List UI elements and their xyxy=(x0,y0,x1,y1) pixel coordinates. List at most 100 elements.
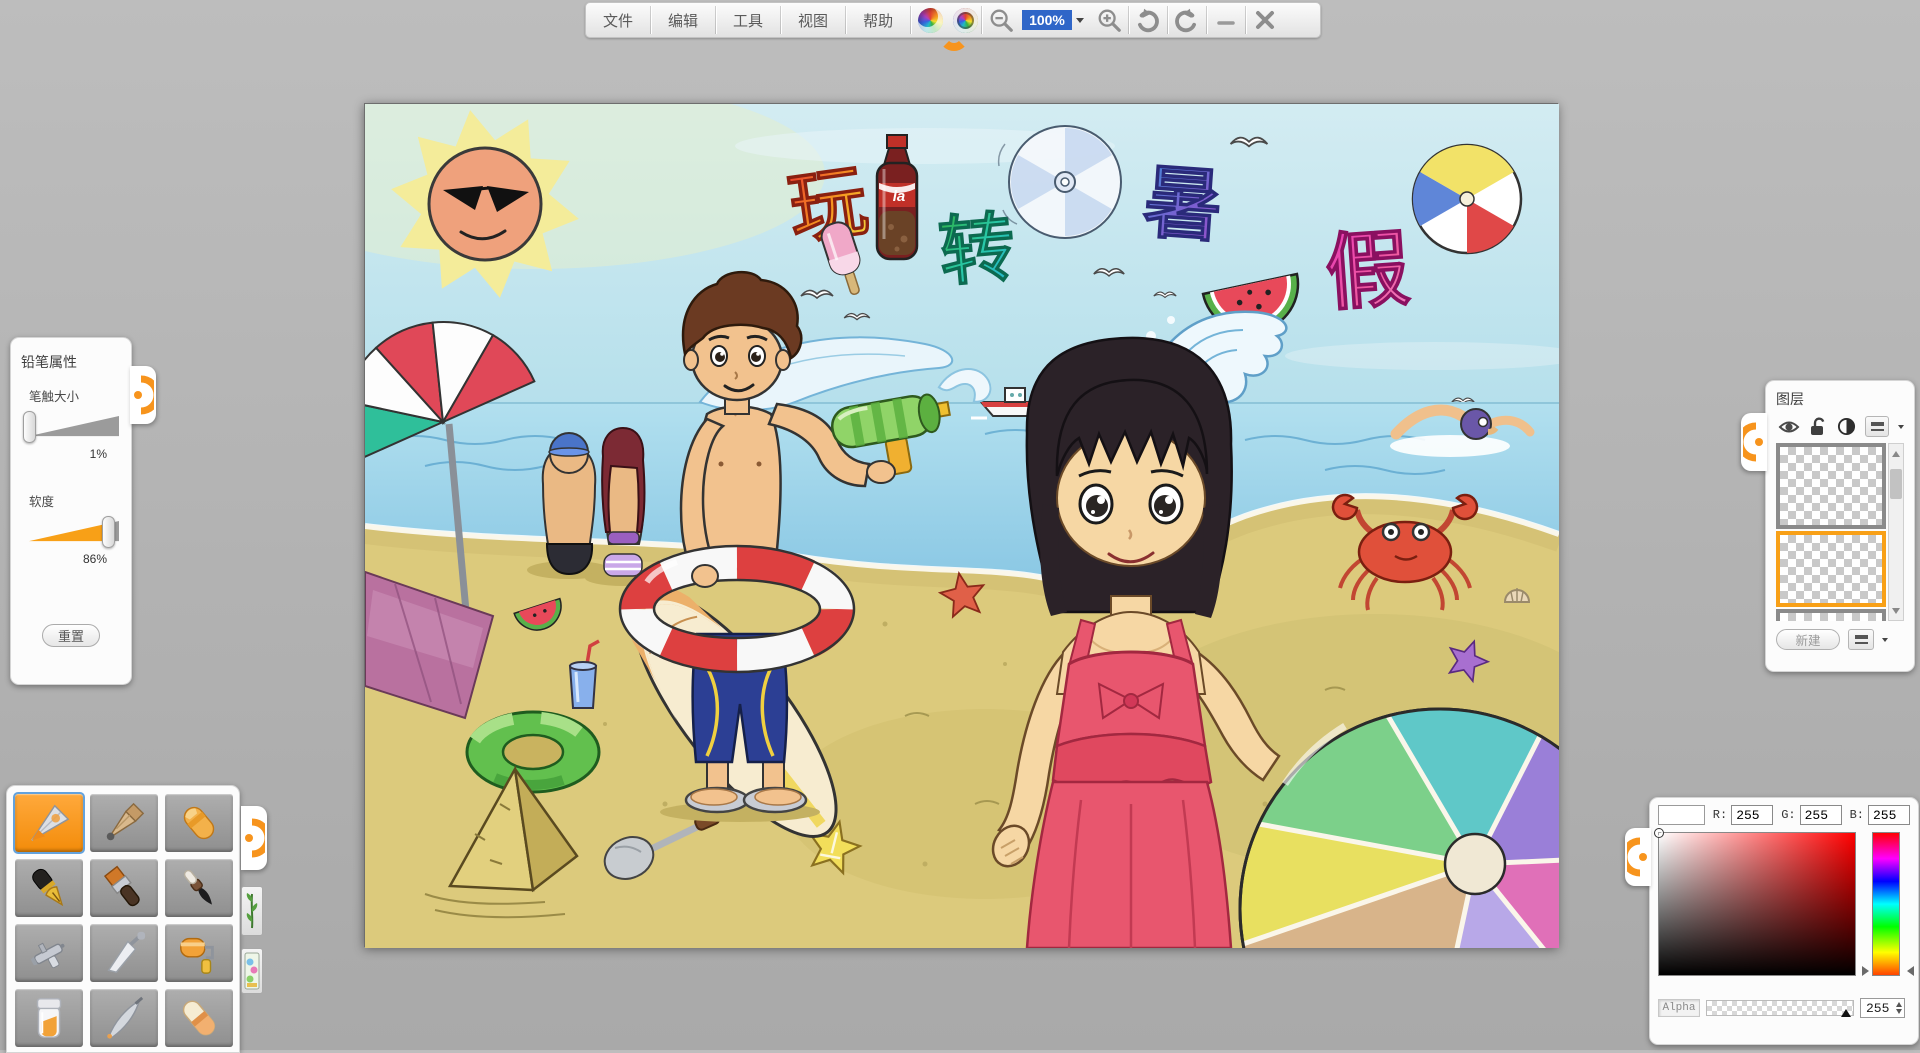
new-layer-button[interactable]: 新建 xyxy=(1776,629,1840,650)
layer-item-2-selected[interactable] xyxy=(1776,531,1886,607)
spinner-down-icon[interactable] xyxy=(1896,1009,1902,1017)
zoom-out-icon xyxy=(988,7,1014,33)
reset-button[interactable]: 重置 xyxy=(42,624,100,647)
color-panel-collapse-tab[interactable] xyxy=(1625,828,1651,886)
pencil-icon xyxy=(24,800,74,846)
green-swim-ring xyxy=(467,712,599,792)
layer-options-button[interactable] xyxy=(1848,629,1874,650)
alpha-slider[interactable] xyxy=(1706,1000,1854,1016)
orange-hook-icon xyxy=(1627,835,1649,879)
zoom-level-value[interactable]: 100% xyxy=(1022,10,1072,30)
blue-input[interactable] xyxy=(1868,805,1910,825)
pattern-brush-button[interactable] xyxy=(241,948,263,994)
tool-paint-jar[interactable] xyxy=(15,989,83,1047)
layers-menu-caret-icon[interactable] xyxy=(1898,425,1904,432)
brush-size-handle[interactable] xyxy=(23,411,36,443)
tool-eraser[interactable] xyxy=(165,989,233,1047)
brush-size-slider[interactable] xyxy=(23,411,119,443)
softness-handle[interactable] xyxy=(102,516,115,548)
layers-panel-title: 图层 xyxy=(1776,389,1904,409)
paint-jar-icon xyxy=(24,995,74,1041)
swatch-wheel-toggle-button[interactable] xyxy=(949,3,981,37)
plant-brush-button[interactable] xyxy=(241,886,263,936)
close-icon xyxy=(1253,8,1277,32)
app-logo-smile-icon xyxy=(939,36,969,51)
tool-ink-brush[interactable] xyxy=(165,859,233,917)
pencil-panel-collapse-tab[interactable] xyxy=(130,366,156,424)
scroll-down-button[interactable] xyxy=(1889,605,1903,620)
hue-bar[interactable] xyxy=(1872,832,1900,976)
tool-pencil[interactable] xyxy=(15,794,83,852)
silverpoint-icon xyxy=(99,995,149,1041)
rainbow-ring-icon xyxy=(953,8,978,33)
color-position-marker[interactable] xyxy=(1654,828,1664,838)
visibility-eye-icon[interactable] xyxy=(1778,418,1800,436)
brush-size-track xyxy=(29,415,119,439)
tool-charcoal[interactable] xyxy=(90,794,158,852)
hue-marker-right-icon[interactable] xyxy=(1902,966,1914,976)
rainbow-palette-icon xyxy=(918,8,943,33)
menu-help[interactable]: 帮助 xyxy=(846,3,910,37)
zoom-in-icon xyxy=(1096,7,1122,33)
hue-marker-left-icon[interactable] xyxy=(1862,966,1874,976)
drawing-canvas[interactable]: 玩 la 转 暑 xyxy=(364,103,1558,947)
red-input[interactable] xyxy=(1731,805,1773,825)
menu-list-icon xyxy=(1855,635,1868,644)
layers-menu-button[interactable] xyxy=(1865,416,1889,437)
pencil-properties-panel: 铅笔属性 笔触大小 1% 软度 86% 重置 xyxy=(10,337,132,685)
softness-fill xyxy=(29,520,106,544)
tool-paint-roller[interactable] xyxy=(165,924,233,982)
tool-crayon[interactable] xyxy=(165,794,233,852)
layer-thumbnail xyxy=(1780,613,1882,621)
tool-silverpoint[interactable] xyxy=(90,989,158,1047)
tool-palette-knife[interactable] xyxy=(90,924,158,982)
layer-item-1[interactable] xyxy=(1776,443,1886,529)
title-char-4: 假 xyxy=(1322,221,1412,321)
color-wheel-toggle-button[interactable] xyxy=(911,3,949,37)
menu-tools[interactable]: 工具 xyxy=(716,3,780,37)
undo-button[interactable] xyxy=(1129,3,1167,37)
charcoal-pencil-icon xyxy=(99,800,149,846)
bottle-label: la xyxy=(893,188,906,205)
lock-open-icon[interactable] xyxy=(1809,417,1828,437)
close-button[interactable] xyxy=(1246,3,1284,37)
spinner-up-icon[interactable] xyxy=(1896,999,1902,1007)
softness-slider[interactable] xyxy=(23,516,119,548)
redo-icon xyxy=(1173,7,1200,34)
layers-panel-collapse-tab[interactable] xyxy=(1741,413,1767,471)
zoom-out-button[interactable] xyxy=(982,3,1020,37)
scrollbar-track[interactable] xyxy=(1889,459,1903,605)
layer-item-3[interactable] xyxy=(1776,609,1886,621)
current-color-swatch[interactable] xyxy=(1658,805,1705,825)
layer-thumbnail xyxy=(1780,535,1882,603)
tool-airbrush[interactable] xyxy=(15,924,83,982)
redo-button[interactable] xyxy=(1168,3,1206,37)
alpha-spinner[interactable]: 255 xyxy=(1860,998,1905,1018)
layers-panel: 图层 xyxy=(1765,380,1915,672)
beach-painting: 玩 la 转 暑 xyxy=(365,104,1559,948)
zoom-in-button[interactable] xyxy=(1090,3,1128,37)
blend-half-circle-icon[interactable] xyxy=(1837,417,1856,436)
paint-roller-icon xyxy=(174,930,224,976)
scroll-up-button[interactable] xyxy=(1889,444,1903,459)
tools-panel-collapse-tab[interactable] xyxy=(241,806,267,870)
blue-label: B: xyxy=(1850,808,1864,822)
tool-fountain-pen[interactable] xyxy=(15,859,83,917)
alpha-marker-icon[interactable] xyxy=(1841,1004,1851,1017)
tool-oil-brush[interactable] xyxy=(90,859,158,917)
ink-brush-icon xyxy=(174,865,224,911)
menu-view[interactable]: 视图 xyxy=(781,3,845,37)
green-input[interactable] xyxy=(1800,805,1842,825)
layer-options-caret-icon[interactable] xyxy=(1882,638,1888,645)
menu-file[interactable]: 文件 xyxy=(586,3,650,37)
orange-hook-icon xyxy=(1743,420,1765,464)
alpha-value: 255 xyxy=(1866,1001,1892,1016)
minimize-button[interactable] xyxy=(1207,3,1245,37)
softness-label: 软度 xyxy=(29,491,121,510)
zoom-dropdown-caret-icon[interactable] xyxy=(1076,18,1084,27)
color-picker-panel: R: G: B: Alpha 255 xyxy=(1649,797,1919,1045)
layers-scrollbar[interactable] xyxy=(1888,443,1904,621)
scrollbar-thumb[interactable] xyxy=(1890,469,1902,499)
menu-edit[interactable]: 编辑 xyxy=(651,3,715,37)
saturation-value-square[interactable] xyxy=(1658,832,1856,976)
